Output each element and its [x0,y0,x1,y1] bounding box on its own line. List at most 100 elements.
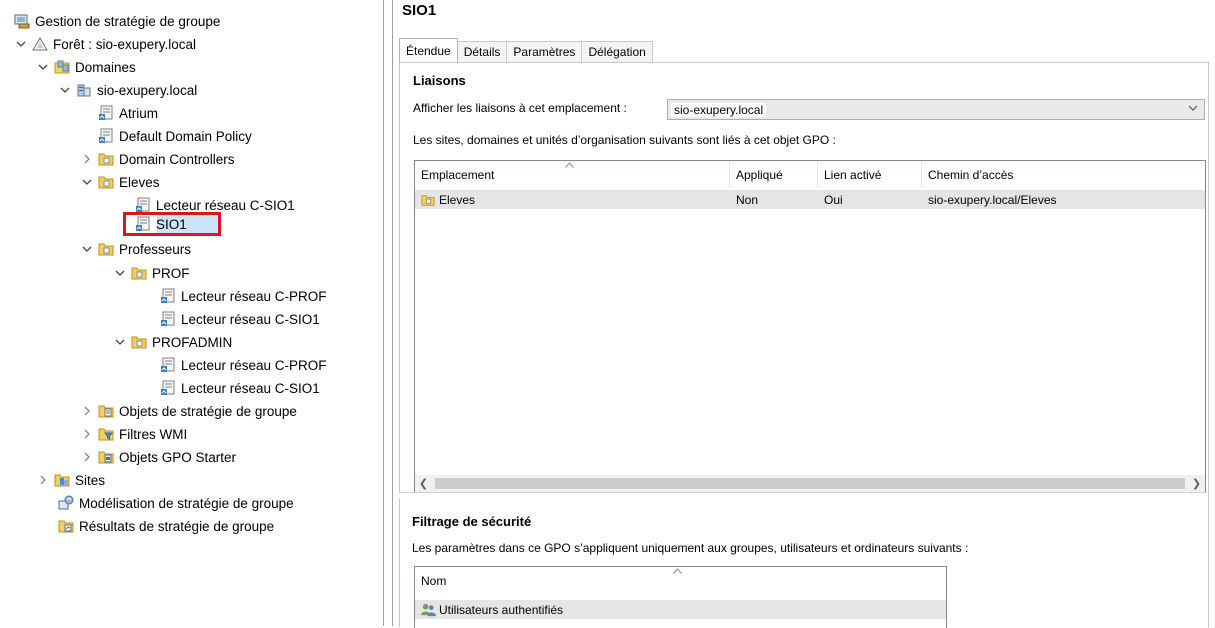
gpo-link-icon [160,311,176,327]
chevron-down-icon[interactable] [36,60,50,74]
details-pane: SIO1 Étendue Détails Paramètres Délégati… [392,0,1215,628]
tree-item-domain-controllers[interactable]: Domain Controllers [80,148,235,170]
tree-label: Domain Controllers [119,151,235,167]
tree-item-gp-modeling[interactable]: Modélisation de stratégie de groupe [58,492,294,514]
tree-label: Sites [75,472,106,488]
chevron-down-icon[interactable] [58,83,72,97]
tree-label: Lecteur réseau C-SIO1 [181,311,320,327]
tree-label: SIO1 [156,216,187,232]
tab-strip: Étendue Détails Paramètres Délégation [399,38,653,62]
column-header-enforced[interactable]: Appliqué [730,161,818,188]
column-header-link-enabled[interactable]: Lien activé [818,161,922,188]
tree-item-eleves[interactable]: Eleves [80,171,160,193]
horizontal-scrollbar[interactable]: ❮ ❯ [415,475,1205,492]
gpo-link-icon [135,216,151,232]
chevron-down-icon[interactable] [80,242,94,256]
security-filtering-list[interactable]: Nom Utilisateurs authentifiés [414,566,947,628]
tree-label: Domaines [75,59,136,75]
tree-item-professeurs[interactable]: Professeurs [80,238,191,260]
links-description: Les sites, domaines et unités d’organisa… [413,133,836,147]
chevron-right-icon[interactable] [80,450,94,464]
tree-item-starter-gpos[interactable]: Objets GPO Starter [80,446,236,468]
table-row[interactable]: Eleves Non Oui sio-exupery.local/Eleves [415,190,1205,209]
tree-item-profadmin[interactable]: PROFADMIN [113,331,232,353]
console-tree: Gestion de stratégie de groupe Forêt : s… [0,0,384,626]
gpo-link-icon [160,288,176,304]
tree-label: Lecteur réseau C-PROF [181,288,327,304]
tree-item-gpmc-root[interactable]: Gestion de stratégie de groupe [14,10,220,32]
tree-item-profadmin-lecteur-c-prof[interactable]: Lecteur réseau C-PROF [160,354,327,376]
chevron-down-icon[interactable] [80,175,94,189]
tree-item-forest[interactable]: Forêt : sio-exupery.local [14,33,196,55]
gpmc-console-icon [14,13,30,29]
scrollbar-thumb[interactable] [435,478,1185,489]
tree-item-default-domain-policy[interactable]: Default Domain Policy [98,125,252,147]
column-label: Chemin d’accès [928,168,1014,182]
tab-settings[interactable]: Paramètres [506,41,583,62]
tree-item-wmi-filters[interactable]: Filtres WMI [80,423,187,445]
starter-gpo-icon [98,449,114,465]
links-list-header: Emplacement Appliqué Lien activé Chemin … [415,161,1205,188]
gpo-container-icon [98,403,114,419]
tree-item-gpo-objects[interactable]: Objets de stratégie de groupe [80,400,297,422]
scroll-right-icon[interactable]: ❯ [1188,475,1205,492]
tree-item-prof-lecteur-c-sio1[interactable]: Lecteur réseau C-SIO1 [160,308,320,330]
column-header-name[interactable]: Nom [415,567,943,594]
chevron-down-icon[interactable] [113,335,127,349]
chevron-down-icon[interactable] [113,266,127,280]
links-list[interactable]: Emplacement Appliqué Lien activé Chemin … [414,160,1206,493]
modeling-icon [58,495,74,511]
chevron-right-icon[interactable] [36,473,50,487]
gpo-link-icon [98,128,114,144]
results-icon [58,518,74,534]
tree-item-domains[interactable]: Domaines [36,56,136,78]
column-label: Appliqué [736,168,783,182]
pane-splitter[interactable] [399,492,1207,498]
column-label: Lien activé [824,168,882,182]
tree-item-domain[interactable]: sio-exupery.local [58,79,197,101]
tab-delegation[interactable]: Délégation [581,41,653,62]
tree-item-sites[interactable]: Sites [36,469,105,491]
links-heading: Liaisons [413,73,466,88]
tab-details[interactable]: Détails [456,41,508,62]
cell-enforced: Non [736,192,759,207]
ou-folder-icon [131,334,147,350]
sort-ascending-icon [673,568,682,574]
column-header-location[interactable]: Emplacement [415,161,730,188]
chevron-right-icon[interactable] [80,152,94,166]
domain-icon [76,82,92,98]
table-row[interactable]: Utilisateurs authentifiés [415,600,946,619]
gpo-link-icon [160,357,176,373]
chevron-down-icon [1188,105,1198,111]
tree-label: Objets GPO Starter [119,449,237,465]
location-prompt-label: Afficher les liaisons à cet emplacement … [413,101,627,115]
tree-item-profadmin-lecteur-c-sio1[interactable]: Lecteur réseau C-SIO1 [160,377,320,399]
tree-label: Lecteur réseau C-SIO1 [156,197,295,213]
tab-scope[interactable]: Étendue [399,38,458,62]
scroll-left-icon[interactable]: ❮ [415,475,432,492]
chevron-right-icon[interactable] [80,427,94,441]
tree-item-eleves-sio1[interactable]: SIO1 [135,213,187,235]
tree-label: Default Domain Policy [119,128,252,144]
gpo-link-icon [98,105,114,121]
chevron-right-icon[interactable] [80,404,94,418]
tree-label: Objets de stratégie de groupe [119,403,297,419]
column-label: Emplacement [421,168,495,182]
tree-label: sio-exupery.local [97,82,198,98]
forest-icon [32,36,48,52]
tree-label: PROFADMIN [152,334,233,350]
location-dropdown[interactable]: sio-exupery.local [667,99,1205,120]
security-filtering-description: Les paramètres dans ce GPO s’appliquent … [412,541,969,555]
tree-item-prof-lecteur-c-prof[interactable]: Lecteur réseau C-PROF [160,285,327,307]
tree-item-atrium[interactable]: Atrium [98,102,158,124]
cell-name: Utilisateurs authentifiés [415,600,946,619]
chevron-down-icon[interactable] [14,37,28,51]
column-header-path[interactable]: Chemin d’accès [922,161,1205,188]
tree-item-gp-results[interactable]: Résultats de stratégie de groupe [58,515,274,537]
tree-item-prof[interactable]: PROF [113,262,190,284]
cell-location: Eleves [415,190,730,209]
cell-text: Eleves [439,192,476,207]
gpo-link-icon [135,197,151,213]
column-label: Nom [421,574,447,588]
tree-label: Lecteur réseau C-PROF [181,357,327,373]
